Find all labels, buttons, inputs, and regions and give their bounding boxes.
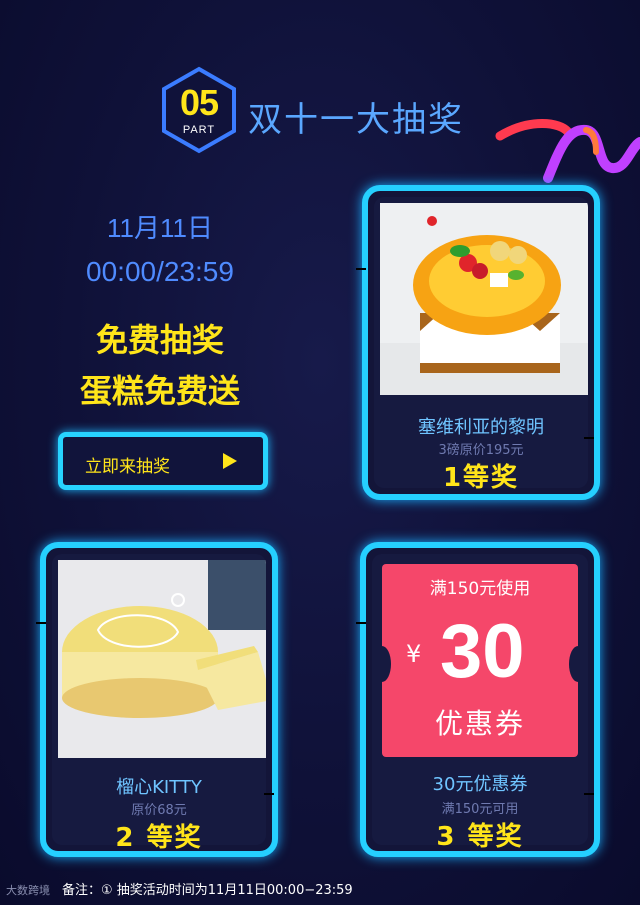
prize-2-name: 榴心KITTY: [116, 777, 202, 798]
card-tick-mark: [584, 437, 594, 439]
page-header: 05 PART 双十一大抽奖: [0, 0, 640, 183]
event-date: 11月11日: [107, 213, 213, 243]
event-time: 00:00/23:59: [86, 256, 234, 287]
part-label: PART: [182, 124, 216, 136]
prize-3-rank: 3 等奖: [436, 822, 524, 852]
prize-1-detail: 3磅原价195元: [438, 443, 524, 458]
watermark: 大数跨境: [6, 884, 50, 897]
fruit-cake-image: [380, 203, 588, 395]
card-tick-mark: [264, 793, 274, 795]
draw-now-label: 立即来抽奖: [85, 457, 170, 477]
card-tick-mark: [584, 793, 594, 795]
crepe-cake-image: [58, 560, 266, 758]
coupon-ticket: 满150元使用 ¥ 30 优惠券: [382, 564, 578, 757]
card-tick-mark: [356, 622, 366, 624]
coupon-currency: ¥: [406, 640, 422, 668]
prize-2-rank: 2 等奖: [115, 823, 203, 853]
part-number: 05: [179, 82, 219, 123]
coupon-condition: 满150元使用: [429, 579, 531, 599]
coupon-amount: 30: [440, 609, 525, 694]
coupon-notch: [569, 646, 578, 682]
coupon-notch: [382, 646, 391, 682]
prize-1-rank: 1等奖: [442, 463, 520, 493]
decorative-ribbon-icon: [495, 119, 640, 183]
page-title: 双十一大抽奖: [248, 100, 464, 140]
play-arrow-icon: [223, 453, 237, 469]
prize-2-detail: 原价68元: [131, 803, 187, 818]
footer-note: 备注：① 抽奖活动时间为11月11日00:00−23:59: [62, 883, 353, 898]
prize-card-3[interactable]: 满150元使用 ¥ 30 优惠券 30元优惠券 满150元可用 3 等奖: [360, 542, 600, 857]
prize-1-name: 塞维利亚的黎明: [418, 417, 544, 438]
promo-line-2: 蛋糕免费送: [79, 372, 240, 410]
draw-now-button[interactable]: 立即来抽奖: [58, 432, 268, 490]
coupon-type: 优惠券: [434, 707, 525, 740]
card-tick-mark: [356, 268, 366, 270]
prize-card-2[interactable]: 榴心KITTY 原价68元 2 等奖: [40, 542, 278, 857]
promo-line-1: 免费抽奖: [95, 321, 224, 359]
card-tick-mark: [36, 622, 46, 624]
prize-card-1[interactable]: 塞维利亚的黎明 3磅原价195元 1等奖: [362, 185, 600, 500]
prize-3-name: 30元优惠券: [432, 774, 528, 795]
prize-3-detail: 满150元可用: [441, 802, 519, 817]
